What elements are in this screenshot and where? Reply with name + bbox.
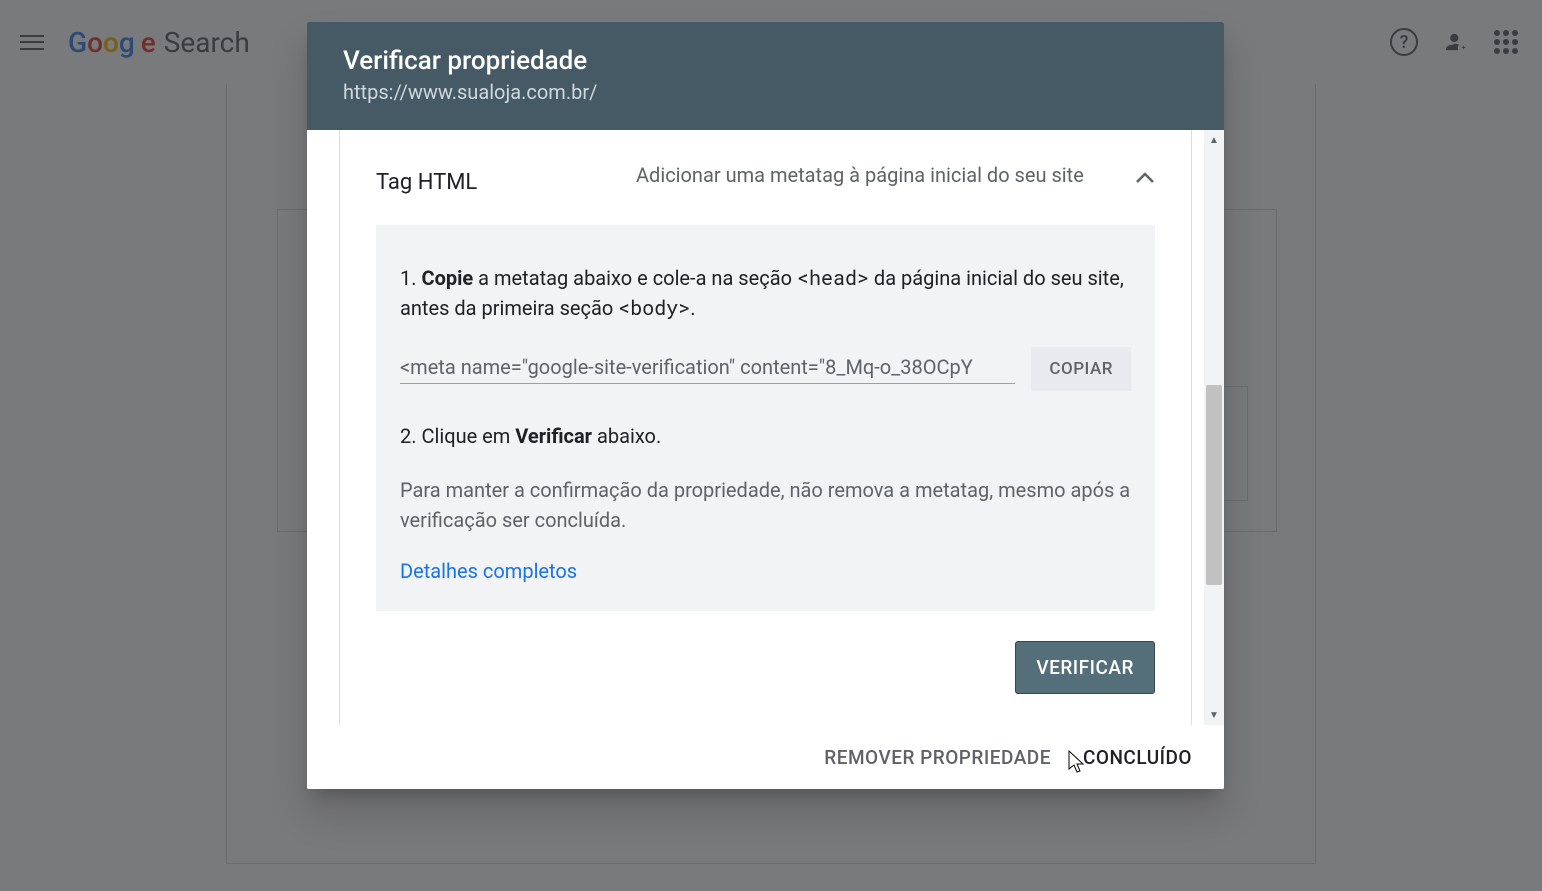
meta-tag-text[interactable]: <meta name="google-site-verification" co… [400, 355, 1015, 384]
copy-button[interactable]: COPIAR [1031, 347, 1131, 391]
done-button[interactable]: CONCLUÍDO [1083, 746, 1192, 769]
scroll-up-arrow-icon[interactable]: ▲ [1204, 130, 1224, 150]
modal-body: Tag HTML Adicionar uma metatag à página … [307, 130, 1224, 725]
mouse-cursor-icon [1068, 750, 1088, 776]
verify-button-row: VERIFICAR [340, 631, 1191, 714]
modal-scrollbar[interactable]: ▲ ▼ [1204, 130, 1224, 725]
section-description: Adicionar uma metatag à página inicial d… [636, 160, 1115, 190]
meta-tag-row: <meta name="google-site-verification" co… [400, 347, 1131, 391]
remove-property-button[interactable]: REMOVER PROPRIEDADE [824, 746, 1051, 769]
html-tag-section-header[interactable]: Tag HTML Adicionar uma metatag à página … [340, 130, 1191, 225]
scroll-thumb[interactable] [1206, 385, 1222, 585]
chevron-up-icon [1135, 172, 1155, 184]
instruction-step-2: 2. Clique em Verificar abaixo. [400, 421, 1131, 451]
modal-title: Verificar propriedade [343, 46, 1188, 76]
instruction-step-1: 1. Copie a metatag abaixo e cole-a na se… [400, 263, 1131, 323]
section-title: Tag HTML [376, 160, 636, 195]
scroll-down-arrow-icon[interactable]: ▼ [1204, 705, 1224, 725]
modal-url: https://www.sualoja.com.br/ [343, 80, 1188, 104]
instruction-note: Para manter a confirmação da propriedade… [400, 475, 1131, 535]
modal-header: Verificar propriedade https://www.sualoj… [307, 22, 1224, 130]
full-details-link[interactable]: Detalhes completos [400, 559, 577, 583]
verify-button[interactable]: VERIFICAR [1015, 641, 1155, 694]
html-tag-section-body: 1. Copie a metatag abaixo e cole-a na se… [376, 225, 1155, 611]
verify-ownership-modal: Verificar propriedade https://www.sualoj… [307, 22, 1224, 789]
